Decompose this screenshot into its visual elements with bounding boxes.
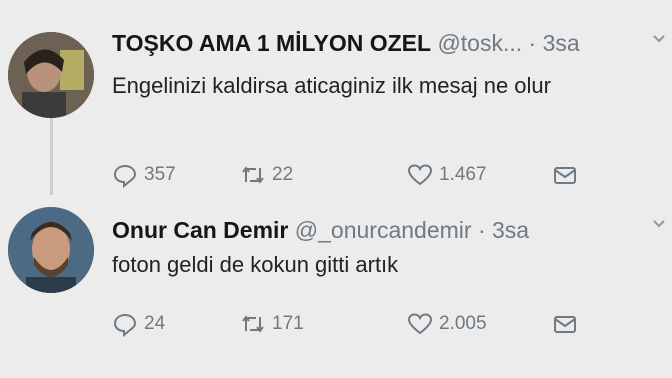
user-handle[interactable]: @tosk... — [437, 30, 522, 56]
reply-button[interactable]: 357 — [112, 162, 176, 188]
retweet-button[interactable]: 171 — [240, 311, 304, 337]
reply-icon — [113, 164, 137, 188]
retweet-button[interactable]: 22 — [240, 162, 293, 188]
avatar[interactable] — [8, 32, 94, 118]
tweet-text: foton geldi de kokun gitti artık — [112, 252, 399, 277]
separator-dot: · — [528, 30, 537, 56]
avatar-photo — [8, 32, 94, 118]
envelope-icon — [554, 316, 576, 333]
chevron-down-icon[interactable] — [652, 217, 666, 231]
reply-count: 357 — [144, 164, 176, 185]
reply-count: 24 — [144, 313, 166, 334]
reply-button[interactable]: 24 — [112, 311, 165, 337]
display-name[interactable]: TOŞKO AMA 1 MİLYON OZEL — [112, 30, 431, 56]
retweet-count: 22 — [272, 164, 294, 185]
retweet-icon — [242, 166, 264, 184]
timestamp[interactable]: 3sa — [543, 30, 580, 56]
reply-icon — [113, 313, 137, 337]
thread-connector — [50, 105, 53, 195]
timestamp[interactable]: 3sa — [492, 217, 529, 243]
avatar-photo — [8, 207, 94, 293]
retweet-count: 171 — [272, 313, 304, 334]
heart-icon — [407, 313, 433, 335]
dm-button[interactable] — [552, 162, 578, 188]
user-handle[interactable]: @_onurcandemir — [295, 217, 472, 243]
chevron-down-icon[interactable] — [652, 32, 666, 46]
tweet-text: Engelinizi kaldirsa aticaginiz ilk mesaj… — [112, 73, 551, 98]
like-count: 2.005 — [439, 313, 487, 334]
avatar[interactable] — [8, 207, 94, 293]
envelope-icon — [554, 167, 576, 184]
tweet-actions: 357 22 1.467 — [112, 162, 612, 194]
tweet-actions: 24 171 2.005 — [112, 311, 612, 343]
dm-button[interactable] — [552, 311, 578, 337]
display-name[interactable]: Onur Can Demir — [112, 217, 288, 243]
separator-dot: · — [477, 217, 486, 243]
like-button[interactable]: 1.467 — [407, 162, 487, 188]
heart-icon — [407, 164, 433, 186]
tweet-header: Onur Can Demir @_onurcandemir · 3sa — [112, 217, 529, 244]
like-count: 1.467 — [439, 164, 487, 185]
retweet-icon — [242, 315, 264, 333]
tweet-header: TOŞKO AMA 1 MİLYON OZEL @tosk... · 3sa — [112, 30, 580, 57]
like-button[interactable]: 2.005 — [407, 311, 487, 337]
